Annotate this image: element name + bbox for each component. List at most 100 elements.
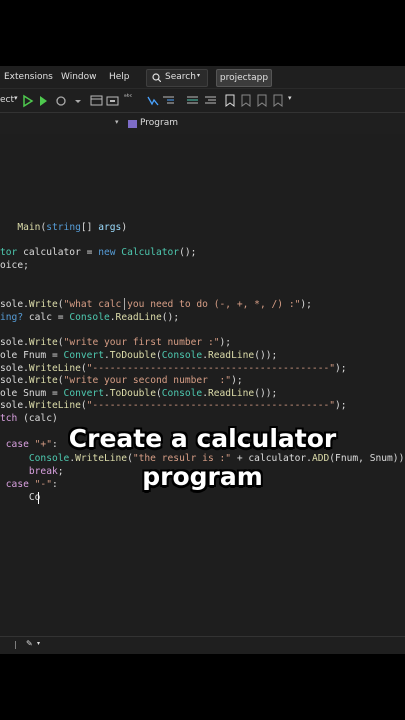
caption-line-2: program <box>142 462 263 491</box>
nav-dropdown-icon[interactable]: ▾ <box>115 118 119 126</box>
code-token: Console <box>161 388 203 399</box>
code-token: tor <box>0 247 18 258</box>
code-line: sole.Write("write your second number :")… <box>0 375 243 387</box>
code-token: ); <box>335 363 347 374</box>
code-token: ()); <box>254 350 278 361</box>
dropdown-icon[interactable] <box>73 94 83 108</box>
overflow-dropdown-icon[interactable]: ▾ <box>288 94 292 108</box>
code-line: tor calculator = new Calculator(); <box>0 247 196 259</box>
window-layout-icon[interactable] <box>90 94 104 108</box>
code-token: sole. <box>0 299 29 310</box>
video-caption: Create a calculator program <box>0 420 405 496</box>
uncomment-lines-icon[interactable] <box>204 94 218 108</box>
toolbar-project-label[interactable]: ect <box>0 95 14 109</box>
bookmark-next-icon[interactable] <box>256 94 268 108</box>
bottom-black-bar <box>0 654 405 720</box>
code-line: ole Fnum = Convert.ToDouble(Console.Read… <box>0 350 277 362</box>
code-editor[interactable]: Main(string[] args) tor calculator = new … <box>0 134 405 636</box>
code-token: ole Fnum = <box>0 350 64 361</box>
status-bar: | ✎ ▾ <box>0 636 405 655</box>
code-token: ReadLine <box>207 350 255 361</box>
chevron-down-icon[interactable]: ▾ <box>14 94 18 108</box>
code-line: ole Snum = Convert.ToDouble(Console.Read… <box>0 388 277 400</box>
code-token: ); <box>300 299 312 310</box>
code-token: Write <box>28 299 58 310</box>
comment-lines-icon[interactable] <box>186 94 200 108</box>
code-token: Write <box>28 375 58 386</box>
code-token: "write your first number :" <box>63 337 220 348</box>
code-token: Console <box>69 312 110 323</box>
code-token: oice; <box>0 260 29 271</box>
code-token: ole Snum = <box>0 388 64 399</box>
start-play-icon[interactable] <box>22 94 34 108</box>
code-line: ing? calc = Console.ReadLine(); <box>0 312 179 324</box>
code-token: ) <box>121 222 128 233</box>
bookmark-prev-icon[interactable] <box>240 94 252 108</box>
code-token: Main <box>11 222 41 233</box>
code-token: sole. <box>0 400 29 411</box>
project-name-tab[interactable]: projectapp <box>216 69 272 87</box>
menu-bar: Extensions Window Help Search ▾ projecta… <box>0 66 405 88</box>
code-line: sole.Write("write your first number :"); <box>0 337 231 349</box>
class-icon <box>128 120 137 128</box>
code-token: Convert <box>63 350 104 361</box>
bookmark-icon[interactable] <box>224 94 236 108</box>
spell-check-icon[interactable]: ᵃᵇᶜ <box>124 93 132 107</box>
code-token: "write your second number :" <box>63 375 232 386</box>
code-line: oice; <box>0 260 29 272</box>
code-token: (); <box>179 247 197 258</box>
code-token: ); <box>231 375 243 386</box>
code-token: "what calc you need to do (-, +, *, /) :… <box>63 299 301 310</box>
code-token: Convert <box>63 388 104 399</box>
code-token: new <box>98 247 116 258</box>
toolbar: ect ▾ ᵃᵇᶜ ▾ <box>0 88 405 113</box>
code-token: "---------------------------------------… <box>86 363 336 374</box>
top-black-bar <box>0 0 405 66</box>
code-token: Calculator <box>115 247 180 258</box>
code-token: ToDouble <box>109 388 156 399</box>
code-token: string <box>46 222 81 233</box>
code-token: ReadLine <box>115 312 162 323</box>
code-token: (); <box>161 312 180 323</box>
code-token: "---------------------------------------… <box>86 400 336 411</box>
code-token: sole. <box>0 363 29 374</box>
code-token: ReadLine <box>207 388 255 399</box>
code-line: sole.WriteLine("------------------------… <box>0 400 347 412</box>
search-dropdown-icon: ▾ <box>197 72 201 79</box>
brush-icon[interactable]: ✎ <box>26 639 33 648</box>
caption-line-1: Create a calculator <box>68 424 337 453</box>
divider: | <box>14 640 17 649</box>
code-token: Console <box>161 350 203 361</box>
run-without-debug-icon[interactable] <box>38 94 52 108</box>
code-token: ); <box>335 400 347 411</box>
navigation-bar: ▾ Program <box>0 112 405 136</box>
toolbox-icon[interactable] <box>106 94 120 108</box>
code-token: calculator = <box>17 247 99 258</box>
nav-class-label[interactable]: Program <box>140 118 178 128</box>
search-icon <box>152 73 161 82</box>
code-line: sole.Write("what calc you need to do (-,… <box>0 299 312 311</box>
indent-icon[interactable] <box>162 94 176 108</box>
code-token: ing? <box>0 312 24 323</box>
search-box[interactable]: Search ▾ <box>146 69 208 87</box>
status-dropdown-icon[interactable]: ▾ <box>37 640 40 647</box>
code-token: ()); <box>254 388 278 399</box>
menu-help[interactable]: Help <box>109 72 130 82</box>
code-token: WriteLine <box>28 400 81 411</box>
code-token: Write <box>28 337 58 348</box>
code-token: sole. <box>0 337 29 348</box>
code-token: sole. <box>0 375 29 386</box>
code-token: calc = <box>23 312 70 323</box>
step-into-icon[interactable] <box>146 94 160 108</box>
code-token: WriteLine <box>28 363 81 374</box>
menu-window[interactable]: Window <box>61 72 97 82</box>
search-label: Search <box>165 72 196 82</box>
code-token: ); <box>219 337 232 348</box>
bookmark-clear-icon[interactable] <box>272 94 284 108</box>
code-token: args <box>98 222 122 233</box>
code-token: [] <box>80 222 99 233</box>
menu-extensions[interactable]: Extensions <box>4 72 53 82</box>
code-token: ToDouble <box>109 350 156 361</box>
refresh-icon[interactable] <box>54 94 70 108</box>
